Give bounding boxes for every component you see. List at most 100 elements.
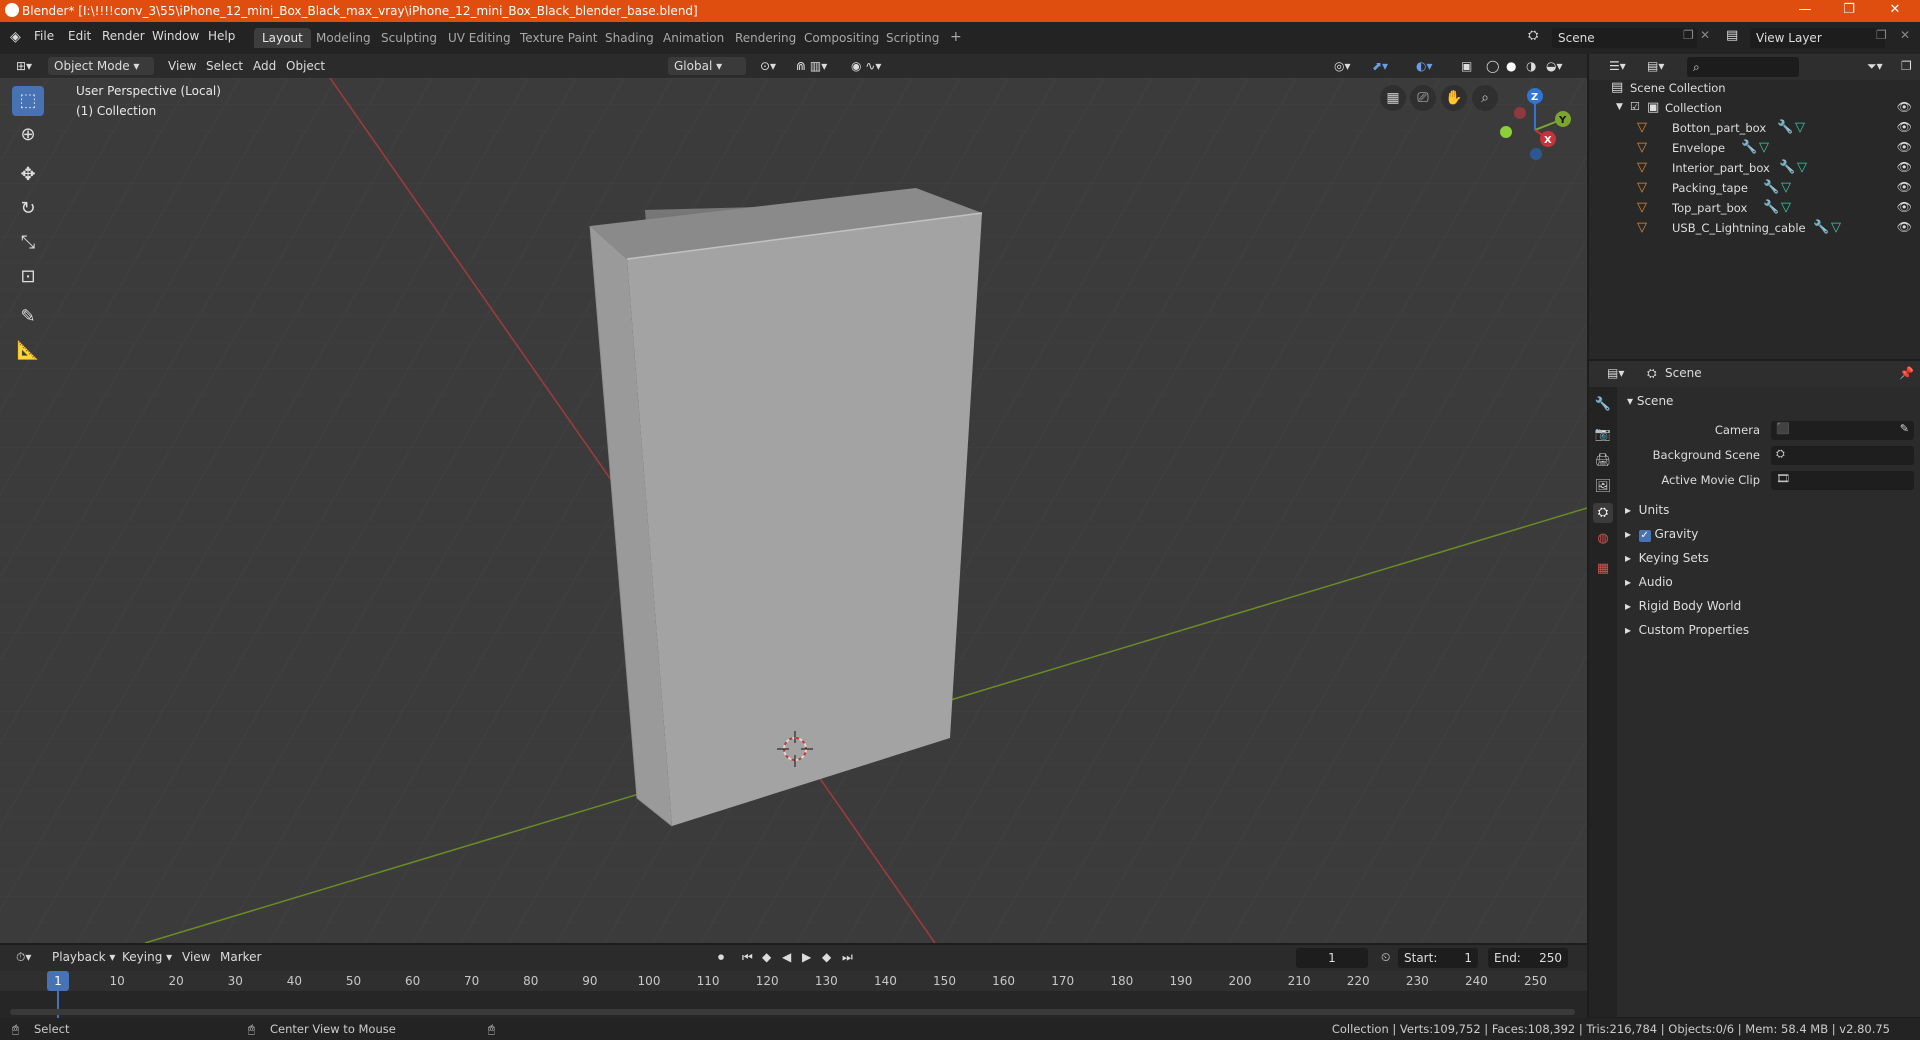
outliner-item[interactable]: ▽ Interior_part_box 🔧 ▽ 👁 <box>1589 158 1920 178</box>
new-scene-icon[interactable]: ❐ <box>1683 28 1694 42</box>
select-box-icon[interactable]: ⬚ <box>12 86 44 116</box>
menu-marker[interactable]: Marker <box>214 948 267 966</box>
clock-icon[interactable]: ⏲ <box>1375 948 1396 966</box>
camera-view-icon[interactable]: ⎚ <box>1410 85 1436 111</box>
menu-help[interactable]: Help <box>208 29 235 43</box>
timeline-scrollbar[interactable] <box>10 1009 1575 1015</box>
eye-icon[interactable]: 👁 <box>1897 180 1912 194</box>
snap-icon[interactable]: ⋒ ▥▾ <box>790 57 833 75</box>
pan-hand-icon[interactable]: ✋ <box>1441 85 1467 111</box>
menu-select[interactable]: Select <box>200 57 249 75</box>
pivot-point-icon[interactable]: ⊙▾ <box>754 57 782 75</box>
eyedropper-icon[interactable]: ✎ <box>1900 422 1909 435</box>
active-movie-clip-field[interactable]: 🎞 <box>1771 471 1914 490</box>
tab-modeling[interactable]: Modeling <box>308 28 379 48</box>
menu-timeline-view[interactable]: View <box>176 948 216 966</box>
menu-file[interactable]: File <box>34 29 54 43</box>
maximize-icon[interactable]: ❐ <box>1834 2 1864 17</box>
units-section[interactable]: ▸ Units <box>1625 503 1669 517</box>
xray-icon[interactable]: ▣ <box>1455 57 1478 75</box>
new-collection-icon[interactable]: ❐ <box>1895 57 1918 75</box>
keying-sets-section[interactable]: ▸ Keying Sets <box>1625 551 1709 565</box>
tab-compositing[interactable]: Compositing <box>796 28 887 48</box>
rendered-shading-icon[interactable]: ◒▾ <box>1540 57 1569 75</box>
prev-keyframe-icon[interactable]: ◆ <box>756 948 777 966</box>
tool-tab-icon[interactable]: 🔧 <box>1593 395 1613 415</box>
scene-tab-icon[interactable]: ⛭ <box>1593 503 1613 523</box>
visibility-icon[interactable]: ◎▾ <box>1328 57 1357 75</box>
transform-tool-icon[interactable]: ⊡ <box>12 262 44 292</box>
minimize-icon[interactable]: — <box>1790 2 1820 17</box>
output-tab-icon[interactable]: 🖨 <box>1593 451 1613 471</box>
outliner-item[interactable]: ▽ Top_part_box 🔧 ▽ 👁 <box>1589 198 1920 218</box>
eye-icon[interactable]: 👁 <box>1897 140 1912 154</box>
menu-object[interactable]: Object <box>280 57 331 75</box>
view-layer-tab-icon[interactable]: 🖼 <box>1593 477 1613 497</box>
close-icon[interactable]: ✕ <box>1880 2 1910 17</box>
filter-icon[interactable]: ⏷▾ <box>1861 57 1889 75</box>
end-frame-field[interactable]: End: 250 <box>1488 948 1568 968</box>
eye-icon[interactable]: 👁 <box>1897 120 1912 134</box>
tab-scripting[interactable]: Scripting <box>878 28 947 48</box>
record-icon[interactable]: ⏺ <box>712 948 730 966</box>
start-frame-field[interactable]: Start: 1 <box>1398 948 1478 968</box>
object-mode-dropdown[interactable]: Object Mode ▾ <box>48 57 154 75</box>
display-mode-icon[interactable]: ▤▾ <box>1641 57 1670 75</box>
view-layer-field[interactable]: View Layer <box>1750 28 1885 48</box>
outliner-item[interactable]: ▽ Envelope 🔧 ▽ 👁 <box>1589 138 1920 158</box>
outliner-search-input[interactable]: ⌕ <box>1687 57 1799 77</box>
add-workspace-button[interactable]: + <box>942 28 970 48</box>
annotate-tool-icon[interactable]: ✎ <box>12 302 44 332</box>
outliner-editor-icon[interactable]: ☰▾ <box>1603 57 1632 75</box>
eye-icon[interactable]: 👁 <box>1897 220 1912 234</box>
background-scene-field[interactable]: ⛭ <box>1771 446 1914 465</box>
scale-tool-icon[interactable]: ⤡ <box>12 228 44 258</box>
menu-window[interactable]: Window <box>152 29 199 43</box>
current-frame-field[interactable]: 1 <box>1296 948 1368 968</box>
checkbox-icon[interactable]: ☑ <box>1630 100 1640 113</box>
render-tab-icon[interactable]: 📷 <box>1593 425 1613 445</box>
toggle-camera-icon[interactable]: ▦ <box>1380 85 1406 111</box>
scene-field[interactable]: Scene <box>1552 28 1697 48</box>
eye-icon[interactable]: 👁 <box>1897 100 1912 114</box>
remove-scene-icon[interactable]: ✕ <box>1700 28 1710 42</box>
custom-properties-section[interactable]: ▸ Custom Properties <box>1625 623 1749 637</box>
play-icon[interactable]: ▶ <box>796 948 817 966</box>
play-reverse-icon[interactable]: ◀ <box>776 948 797 966</box>
outliner-scene-collection[interactable]: ▤ Scene Collection <box>1589 78 1920 98</box>
tab-rendering[interactable]: Rendering <box>727 28 804 48</box>
camera-field[interactable]: ⬛ ✎ <box>1771 421 1914 440</box>
timeline-editor-icon[interactable]: ⏱▾ <box>10 948 37 966</box>
tab-texture-paint[interactable]: Texture Paint <box>512 28 605 48</box>
scene-section-header[interactable]: ▾ Scene <box>1627 394 1673 408</box>
overlays-icon[interactable]: ◐▾ <box>1410 57 1439 75</box>
eye-icon[interactable]: 👁 <box>1897 200 1912 214</box>
measure-tool-icon[interactable]: 📐 <box>12 336 44 366</box>
blender-menu-icon[interactable]: ◈ <box>10 29 21 45</box>
box-model[interactable] <box>589 188 983 827</box>
expand-arrow-icon[interactable]: ▼ <box>1616 102 1623 112</box>
remove-view-layer-icon[interactable]: ✕ <box>1900 28 1910 42</box>
menu-edit[interactable]: Edit <box>68 29 91 43</box>
menu-keying[interactable]: Keying ▾ <box>116 948 178 966</box>
eye-icon[interactable]: 👁 <box>1897 160 1912 174</box>
rigid-body-world-section[interactable]: ▸ Rigid Body World <box>1625 599 1741 613</box>
properties-editor-icon[interactable]: ▤▾ <box>1601 364 1630 382</box>
gizmo-icon[interactable]: ⬈▾ <box>1366 57 1394 75</box>
proportional-edit-icon[interactable]: ◉ ∿▾ <box>845 57 887 75</box>
menu-playback[interactable]: Playback ▾ <box>46 948 121 966</box>
menu-render[interactable]: Render <box>102 29 145 43</box>
audio-section[interactable]: ▸ Audio <box>1625 575 1673 589</box>
cursor-tool-icon[interactable]: ⊕ <box>12 120 44 150</box>
pin-icon[interactable]: 📌 <box>1893 364 1920 382</box>
outliner-item[interactable]: ▽ USB_C_Lightning_cable 🔧 ▽ 👁 <box>1589 218 1920 238</box>
menu-add[interactable]: Add <box>247 57 282 75</box>
zoom-icon[interactable]: ⌕ <box>1472 85 1498 111</box>
gravity-section[interactable]: ▸ ✓ Gravity <box>1625 527 1698 542</box>
3d-viewport[interactable]: Z Y X User Perspective (Local) (1) Colle… <box>0 78 1587 943</box>
next-keyframe-icon[interactable]: ◆ <box>816 948 837 966</box>
new-view-layer-icon[interactable]: ❐ <box>1876 28 1887 42</box>
texture-tab-icon[interactable]: ▦ <box>1593 559 1613 579</box>
scene-selector-icon[interactable]: ⛭ <box>1528 28 1538 43</box>
rotate-tool-icon[interactable]: ↻ <box>12 194 44 224</box>
